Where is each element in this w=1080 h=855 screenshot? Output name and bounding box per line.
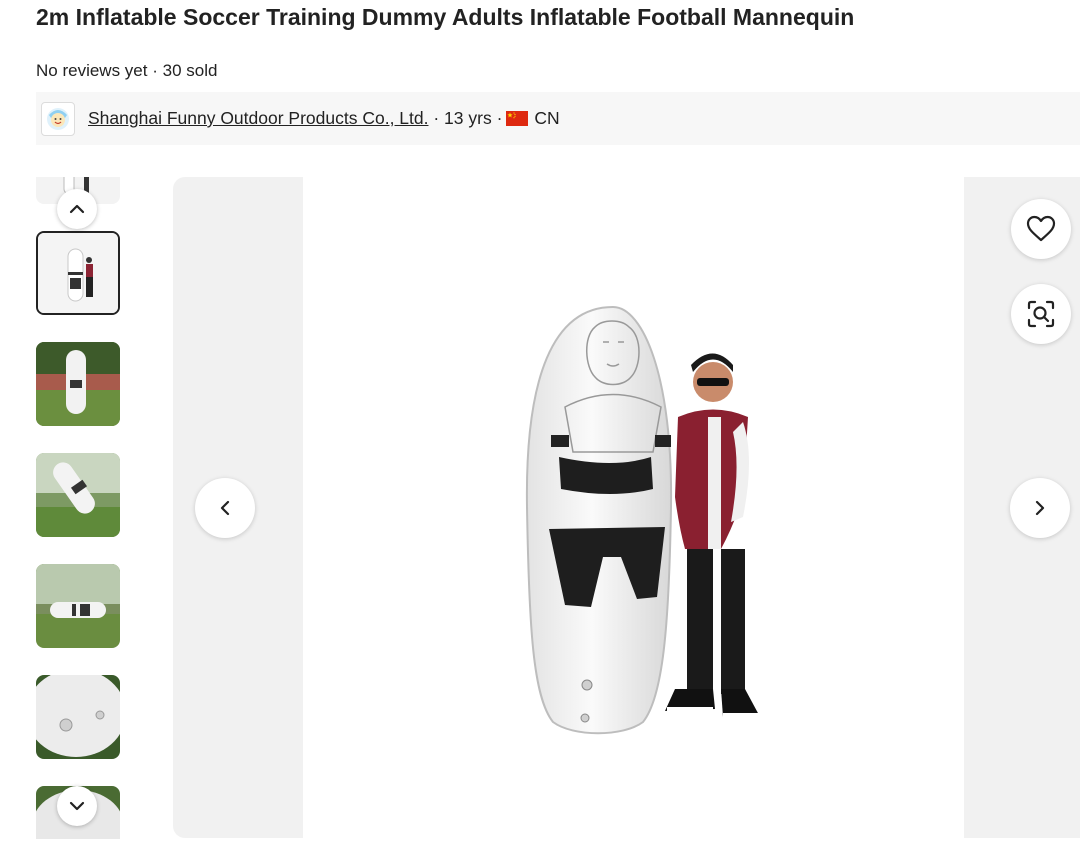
gallery-thumbnail[interactable]: [36, 675, 120, 759]
image-search-button[interactable]: [1011, 284, 1071, 344]
product-title: 2m Inflatable Soccer Training Dummy Adul…: [36, 4, 855, 30]
gallery-thumbnail[interactable]: [36, 564, 120, 648]
supplier-separator: ·: [491, 108, 503, 128]
image-search-icon: [1027, 300, 1055, 328]
thumbnail-strip: [36, 177, 120, 839]
gallery-thumbnail[interactable]: [36, 342, 120, 426]
reviews-text: No reviews yet: [36, 61, 148, 80]
thumbnail-scroll-down-button[interactable]: [57, 786, 97, 826]
supplier-years: 13 yrs: [444, 108, 492, 128]
main-image-gallery: [173, 177, 1080, 838]
supplier-logo[interactable]: [41, 101, 75, 136]
sold-count: 30 sold: [162, 61, 218, 80]
supplier-bar: Shanghai Funny Outdoor Products Co., Ltd…: [36, 92, 1080, 145]
gallery-thumbnail[interactable]: [36, 453, 120, 537]
supplier-name-link[interactable]: Shanghai Funny Outdoor Products Co., Ltd…: [88, 108, 428, 129]
gallery-thumbnail-selected[interactable]: [36, 231, 120, 315]
heart-icon: [1026, 215, 1056, 242]
chevron-right-icon: [1035, 500, 1045, 516]
thumbnail-scroll-up-button[interactable]: [57, 189, 97, 229]
chevron-down-icon: [69, 801, 85, 811]
meta-separator: ·: [152, 61, 158, 80]
next-image-button[interactable]: [1010, 478, 1070, 538]
chevron-left-icon: [220, 500, 230, 516]
cn-flag-icon: [506, 111, 529, 126]
previous-image-button[interactable]: [195, 478, 255, 538]
favorite-button[interactable]: [1011, 199, 1071, 259]
supplier-separator: ·: [428, 108, 445, 128]
product-meta: No reviews yet · 30 sold: [36, 61, 217, 81]
main-product-image: [303, 177, 964, 838]
chevron-up-icon: [69, 204, 85, 214]
supplier-country: CN: [534, 108, 560, 128]
